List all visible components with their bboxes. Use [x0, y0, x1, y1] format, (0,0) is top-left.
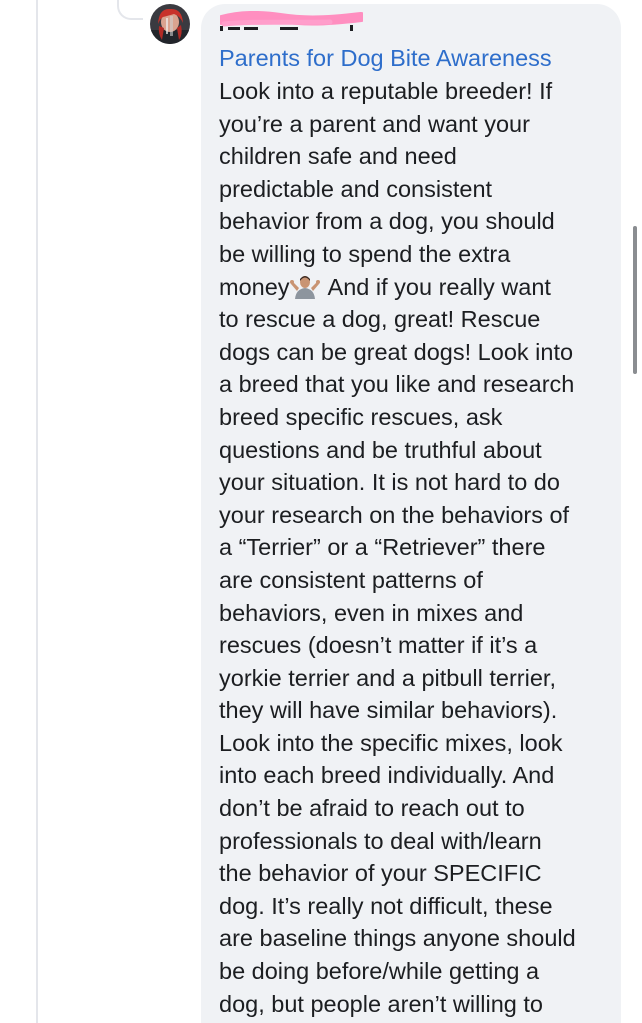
comment-line: questions and be truthful about — [219, 436, 542, 463]
redaction-scribble-icon — [220, 11, 363, 31]
reply-branch-line — [117, 0, 143, 20]
comment-line: yorkie terrier and a pitbull terrier, — [219, 664, 556, 691]
comment-text: Look into a reputable breeder! If you’re… — [219, 75, 609, 1020]
comment-line: to rescue a dog, great! Rescue — [219, 306, 541, 333]
comment-line: Look into the specific mixes, look — [219, 729, 563, 756]
comment-line: are baseline things anyone should — [219, 925, 576, 952]
comment-thread-view: Parents for Dog Bite Awareness Look into… — [0, 0, 642, 1023]
comment-line: be doing before/while getting a — [219, 958, 540, 985]
thread-connector-line — [36, 0, 38, 1023]
comment-line: a breed that you like and research — [219, 371, 575, 398]
comment-line: a “Terrier” or a “Retriever” there — [219, 534, 546, 561]
avatar-image — [150, 4, 190, 44]
comment-line: predictable and consistent — [219, 175, 493, 202]
vertical-scrollbar[interactable] — [633, 226, 637, 374]
comment-line: dog. It’s really not difficult, these — [219, 892, 553, 919]
avatar[interactable] — [150, 4, 190, 44]
comment-line: the behavior of your SPECIFIC — [219, 860, 542, 887]
comment-line-with-emoji: money And if you really want — [219, 271, 609, 304]
group-link[interactable]: Parents for Dog Bite Awareness — [219, 42, 552, 75]
comment-line: into each breed individually. And — [219, 762, 555, 789]
comment-line: be willing to spend the extra — [219, 240, 511, 267]
comment-line: don’t be afraid to reach out to — [219, 795, 525, 822]
comment-line: behaviors, even in mixes and — [219, 599, 524, 626]
comment-line: breed specific rescues, ask — [219, 403, 503, 430]
comment-line: rescues (doesn’t matter if it’s a — [219, 632, 538, 659]
emoji-line-start: money — [219, 273, 290, 300]
comment-line: they will have similar behaviors). — [219, 697, 558, 724]
author-name-redacted[interactable] — [220, 11, 363, 31]
comment-line: children safe and need — [219, 143, 457, 170]
comment-line: dogs can be great dogs! Look into — [219, 338, 574, 365]
comment-line: behavior from a dog, you should — [219, 208, 555, 235]
comment-line: professionals to deal with/learn — [219, 827, 542, 854]
comment-line: are consistent patterns of — [219, 566, 483, 593]
comment-line: your situation. It is not hard to do — [219, 469, 560, 496]
comment-line: dog, but people aren’t willing to — [219, 990, 543, 1017]
comment-line: you’re a parent and want your — [219, 110, 530, 137]
person-shrugging-emoji-icon — [289, 275, 320, 299]
comment-line: your research on the behaviors of — [219, 501, 570, 528]
comment-line: Look into a reputable breeder! If — [219, 78, 553, 104]
emoji-line-end: And if you really want — [327, 273, 551, 300]
